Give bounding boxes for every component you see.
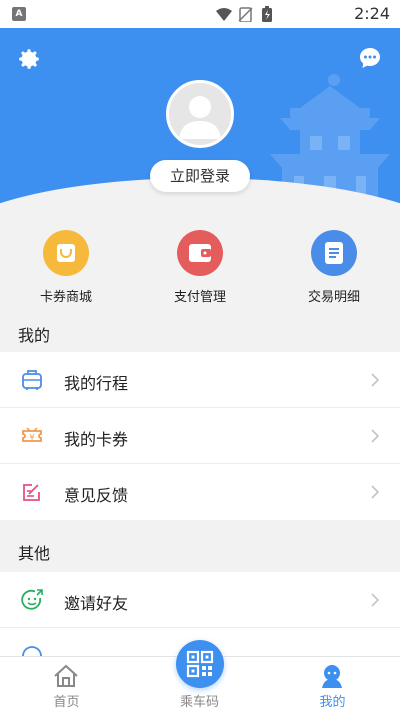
list-item-label: 邀请好友 [64,594,129,613]
profile-header: 立即登录 [0,28,400,216]
list-item-label: 我的卡券 [64,430,129,449]
message-bubble-icon[interactable] [358,46,382,70]
quick-action-label: 交易明细 [307,290,360,305]
qr-code-button[interactable] [176,640,224,688]
list-item-invite-friends[interactable]: 邀请好友 [0,572,400,628]
tab-home[interactable]: 首页 [0,657,133,712]
chevron-right-icon [371,485,380,499]
chevron-right-icon [371,429,380,443]
mine-list: 我的行程 ¥ 我的卡券 意见反馈 [0,352,400,520]
list-item-label: 意见反馈 [64,486,129,505]
list-item-my-coupons[interactable]: ¥ 我的卡券 [0,408,400,464]
ticket-icon: ¥ [22,427,42,442]
status-bar: A 2:24 [0,0,400,28]
status-time: 2:24 [354,4,390,23]
qr-code-icon [186,650,214,678]
info-circle-icon [22,646,42,656]
invite-smile-icon [21,589,43,610]
avatar[interactable] [166,80,234,148]
section-title-mine: 我的 [18,326,51,345]
status-icons [216,6,272,22]
tab-label: 首页 [53,695,80,710]
default-avatar-icon [179,96,221,139]
tab-mine[interactable]: 我的 [266,657,399,712]
quick-action-transactions[interactable]: 交易明细 [284,230,384,305]
luggage-icon [22,370,42,390]
chevron-right-icon [371,593,380,607]
profile-icon [322,665,342,688]
tab-label: 我的 [319,695,346,710]
login-button[interactable]: 立即登录 [150,160,250,192]
quick-action-payment[interactable]: 支付管理 [150,230,250,305]
svg-text:¥: ¥ [29,433,34,442]
list-item-feedback[interactable]: 意见反馈 [0,464,400,520]
settings-gear-icon[interactable] [16,46,42,72]
app-notification-icon: A [12,7,26,21]
no-sim-icon [238,7,253,22]
tab-label: 乘车码 [179,695,219,710]
wifi-icon [216,8,232,21]
list-item-label: 我的行程 [64,374,129,393]
quick-action-coupon-mall[interactable]: 卡券商城 [16,230,116,305]
feedback-icon [23,484,40,501]
list-item-my-trips[interactable]: 我的行程 [0,352,400,408]
wallet-icon [177,230,223,276]
home-icon [54,664,78,687]
battery-icon [262,6,272,22]
quick-actions: 卡券商城 支付管理 交易明细 [0,216,400,316]
quick-action-label: 卡券商城 [39,290,92,305]
section-title-other: 其他 [18,544,51,563]
shopping-bag-icon [43,230,89,276]
quick-action-label: 支付管理 [173,290,226,305]
document-icon [311,230,357,276]
chevron-right-icon [371,373,380,387]
